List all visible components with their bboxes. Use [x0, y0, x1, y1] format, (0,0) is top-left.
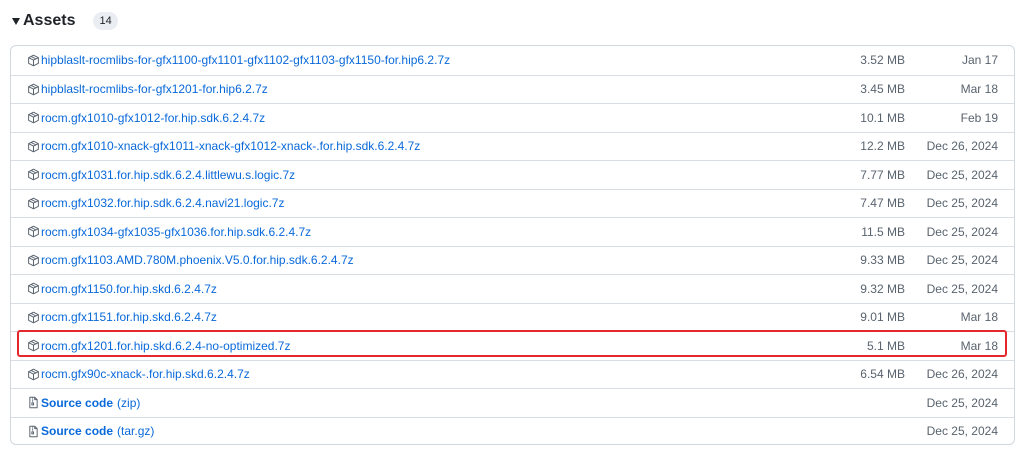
asset-date: Dec 26, 2024	[926, 367, 998, 382]
asset-size: 10.1 MB	[860, 110, 905, 125]
source-format: (tar.gz)	[117, 424, 155, 439]
package-icon	[27, 311, 41, 324]
asset-size: 12.2 MB	[860, 139, 905, 154]
asset-name: rocm.gfx1010-gfx1012-for.hip.sdk.6.2.4.7…	[41, 110, 266, 125]
asset-name: hipblaslt-rocmlibs-for-gfx1201-for.hip6.…	[41, 82, 268, 97]
asset-size: 5.1 MB	[866, 338, 905, 353]
asset-link[interactable]: rocm.gfx1010-xnack-gfx1011-xnack-gfx1012…	[27, 139, 420, 153]
asset-name: rocm.gfx90c-xnack-.for.hip.skd.6.2.4.7z	[41, 367, 250, 382]
asset-link[interactable]: rocm.gfx1201.for.hip.skd.6.2.4-no-optimi…	[27, 339, 290, 353]
caret-down-icon	[12, 18, 20, 25]
assets-count-badge: 14	[93, 12, 118, 30]
asset-date: Dec 25, 2024	[926, 253, 998, 268]
asset-row: rocm.gfx1032.for.hip.sdk.6.2.4.navi21.lo…	[11, 188, 1014, 218]
file-zip-icon	[27, 396, 41, 409]
asset-link[interactable]: hipblaslt-rocmlibs-for-gfx1201-for.hip6.…	[27, 82, 268, 96]
asset-size: 9.33 MB	[860, 253, 905, 268]
package-icon	[27, 168, 41, 181]
package-icon	[27, 111, 41, 124]
asset-name: rocm.gfx1031.for.hip.sdk.6.2.4.littlewu.…	[41, 167, 296, 182]
package-icon	[27, 339, 41, 352]
asset-row: rocm.gfx1010-gfx1012-for.hip.sdk.6.2.4.7…	[11, 103, 1014, 132]
asset-name: rocm.gfx1151.for.hip.skd.6.2.4.7z	[41, 310, 217, 325]
asset-size: 6.54 MB	[860, 367, 905, 382]
asset-name: rocm.gfx1103.AMD.780M.phoenix.V5.0.for.h…	[41, 253, 354, 268]
asset-row: rocm.gfx1031.for.hip.sdk.6.2.4.littlewu.…	[11, 160, 1014, 189]
source-row: Source code (zip) Dec 25, 2024	[11, 388, 1014, 417]
asset-size: 7.77 MB	[860, 167, 905, 182]
asset-row: hipblaslt-rocmlibs-for-gfx1201-for.hip6.…	[11, 74, 1014, 104]
asset-date: Dec 25, 2024	[926, 281, 998, 296]
asset-name: hipblaslt-rocmlibs-for-gfx1100-gfx1101-g…	[41, 53, 451, 68]
package-icon	[27, 282, 41, 295]
source-format: (zip)	[117, 395, 141, 410]
asset-date: Dec 25, 2024	[926, 424, 998, 439]
asset-size: 11.5 MB	[861, 224, 905, 239]
asset-row: rocm.gfx1151.for.hip.skd.6.2.4.7z 9.01 MB…	[11, 302, 1014, 332]
asset-name: rocm.gfx1032.for.hip.sdk.6.2.4.navi21.lo…	[41, 196, 285, 211]
asset-link[interactable]: hipblaslt-rocmlibs-for-gfx1100-gfx1101-g…	[27, 53, 450, 67]
asset-date: Dec 25, 2024	[926, 395, 998, 410]
asset-size: 3.45 MB	[860, 82, 905, 97]
asset-link[interactable]: rocm.gfx1151.for.hip.skd.6.2.4.7z	[27, 310, 217, 324]
source-code-label: Source code	[41, 395, 114, 410]
package-icon	[27, 368, 41, 381]
asset-size: 3.52 MB	[860, 53, 905, 68]
package-icon	[27, 140, 41, 153]
asset-name: rocm.gfx1201.for.hip.skd.6.2.4-no-optimi…	[41, 338, 291, 353]
asset-date: Dec 25, 2024	[926, 196, 998, 211]
asset-link[interactable]: rocm.gfx1150.for.hip.skd.6.2.4.7z	[27, 282, 217, 296]
asset-size: 9.32 MB	[860, 281, 905, 296]
assets-title: Assets	[23, 12, 76, 29]
asset-date: Dec 26, 2024	[926, 139, 998, 154]
asset-row: rocm.gfx90c-xnack-.for.hip.skd.6.2.4.7z 6…	[11, 359, 1014, 389]
asset-link[interactable]: rocm.gfx1034-gfx1035-gfx1036.for.hip.sdk…	[27, 225, 311, 239]
source-code-link[interactable]: Source code (zip)	[27, 396, 140, 410]
source-code-label: Source code	[41, 424, 114, 439]
file-zip-icon	[27, 425, 41, 438]
asset-date: Dec 25, 2024	[926, 167, 998, 182]
package-icon	[27, 54, 41, 67]
asset-link[interactable]: rocm.gfx1010-gfx1012-for.hip.sdk.6.2.4.7…	[27, 111, 265, 125]
asset-size: 7.47 MB	[860, 196, 905, 211]
package-icon	[27, 83, 41, 96]
package-icon	[27, 225, 41, 238]
source-row: Source code (tar.gz) Dec 25, 2024	[11, 416, 1014, 445]
asset-size: 9.01 MB	[860, 310, 905, 325]
asset-row: rocm.gfx1150.for.hip.skd.6.2.4.7z 9.32 MB…	[11, 274, 1014, 303]
asset-date: Mar 18	[960, 82, 998, 97]
assets-list: hipblaslt-rocmlibs-for-gfx1100-gfx1101-g…	[10, 45, 1015, 445]
asset-date: Dec 25, 2024	[926, 224, 998, 239]
source-code-link[interactable]: Source code (tar.gz)	[27, 424, 154, 438]
asset-row: rocm.gfx1010-xnack-gfx1011-xnack-gfx1012…	[11, 131, 1014, 161]
asset-date: Mar 18	[960, 310, 998, 325]
asset-row: hipblaslt-rocmlibs-for-gfx1100-gfx1101-g…	[11, 46, 1014, 75]
asset-name: rocm.gfx1150.for.hip.skd.6.2.4.7z	[41, 281, 217, 296]
asset-name: rocm.gfx1010-xnack-gfx1011-xnack-gfx1012…	[41, 139, 421, 154]
asset-date: Mar 18	[960, 338, 998, 353]
asset-link[interactable]: rocm.gfx1103.AMD.780M.phoenix.V5.0.for.h…	[27, 253, 354, 267]
asset-name: rocm.gfx1034-gfx1035-gfx1036.for.hip.sdk…	[41, 224, 312, 239]
asset-date: Feb 19	[960, 110, 998, 125]
asset-row: rocm.gfx1034-gfx1035-gfx1036.for.hip.sdk…	[11, 217, 1014, 246]
asset-link[interactable]: rocm.gfx1031.for.hip.sdk.6.2.4.littlewu.…	[27, 168, 295, 182]
asset-link[interactable]: rocm.gfx1032.for.hip.sdk.6.2.4.navi21.lo…	[27, 196, 284, 210]
assets-toggle[interactable]: Assets 14	[12, 10, 118, 32]
asset-row-highlighted: rocm.gfx1201.for.hip.skd.6.2.4-no-optimi…	[11, 331, 1014, 360]
package-icon	[27, 197, 41, 210]
asset-row: rocm.gfx1103.AMD.780M.phoenix.V5.0.for.h…	[11, 245, 1014, 275]
asset-date: Jan 17	[961, 53, 998, 68]
package-icon	[27, 254, 41, 267]
asset-link[interactable]: rocm.gfx90c-xnack-.for.hip.skd.6.2.4.7z	[27, 367, 250, 381]
